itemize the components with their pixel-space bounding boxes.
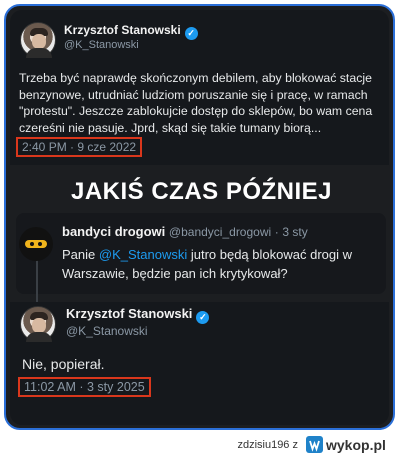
footer-bar: zdzisiu196 z wykop.pl (0, 432, 400, 458)
tweet-text-line: benzynowe, utrudniać ludziom poruszanie … (19, 87, 368, 102)
wykop-logo[interactable]: wykop.pl (306, 435, 394, 455)
tweet-text-line: Trzeba być naprawdę skończonym debilem, … (19, 71, 372, 85)
verified-badge-icon: ✓ (196, 311, 210, 324)
reply-text-line2: Warszawie, będzie pan ich krytykował? (62, 266, 288, 281)
tweet-timestamp[interactable]: 2:40 PM · 9 cze 2022 (16, 137, 143, 157)
reply-tweet-author-name[interactable]: Krzysztof Stanowski ✓ (66, 306, 210, 324)
reply-text-suffix: jutro będą blokować drogi w (187, 247, 352, 262)
author-avatar[interactable] (20, 22, 56, 58)
reply-text-prefix: Panie (62, 247, 99, 262)
tweet-text: Trzeba być naprawdę skończonym debilem, … (19, 70, 372, 136)
reply-separator: · (274, 225, 279, 239)
author-name-text: Krzysztof Stanowski (64, 23, 181, 37)
verified-badge-icon: ✓ (184, 27, 198, 40)
reply-tweet-avatar[interactable] (20, 306, 56, 342)
reply-tweet-timestamp[interactable]: 11:02 AM · 3 sty 2025 (18, 377, 151, 397)
reply-tweet: Krzysztof Stanowski ✓ @K_Stanowski Nie, p… (10, 302, 389, 425)
original-tweet: Krzysztof Stanowski ✓ @K_Stanowski Trzeba… (10, 10, 389, 165)
reply-age[interactable]: 3 sty (282, 225, 307, 239)
author-name[interactable]: Krzysztof Stanowski ✓ (64, 23, 198, 40)
tweet-text-line: czereśni nie pasuje. Jprd, skąd się taki… (19, 120, 322, 135)
headline: JAKIŚ CZAS PÓŹNIEJ (70, 178, 333, 205)
reply-author-handle[interactable]: @bandyci_drogowi (169, 225, 271, 239)
meme-frame: Krzysztof Stanowski ✓ @K_Stanowski Trzeba… (4, 4, 395, 430)
reply-author-row: bandyci drogowi @bandyci_drogowi · 3 sty (62, 224, 308, 239)
reply-mention-link[interactable]: @K_Stanowski (99, 247, 187, 262)
reply-tweet-author-handle[interactable]: @K_Stanowski (66, 324, 148, 338)
footer-attribution: zdzisiu196 z (237, 439, 298, 451)
bandit-avatar-icon[interactable] (19, 227, 53, 261)
reply-tweet-author-text: Krzysztof Stanowski (66, 306, 193, 321)
reply-tweet-text: Nie, popierał. (22, 356, 105, 372)
author-handle[interactable]: @K_Stanowski (64, 39, 139, 51)
tweet-text-line: "protestu". Jeszcze zablokujcie dostęp d… (19, 104, 373, 118)
logo-text: wykop.pl (325, 437, 386, 453)
reply-author-name[interactable]: bandyci drogowi (62, 224, 165, 239)
footer-connector: z (292, 439, 299, 451)
footer-username[interactable]: zdzisiu196 (237, 439, 289, 451)
reply-text: Panie @K_Stanowski jutro będą blokować d… (62, 245, 352, 283)
